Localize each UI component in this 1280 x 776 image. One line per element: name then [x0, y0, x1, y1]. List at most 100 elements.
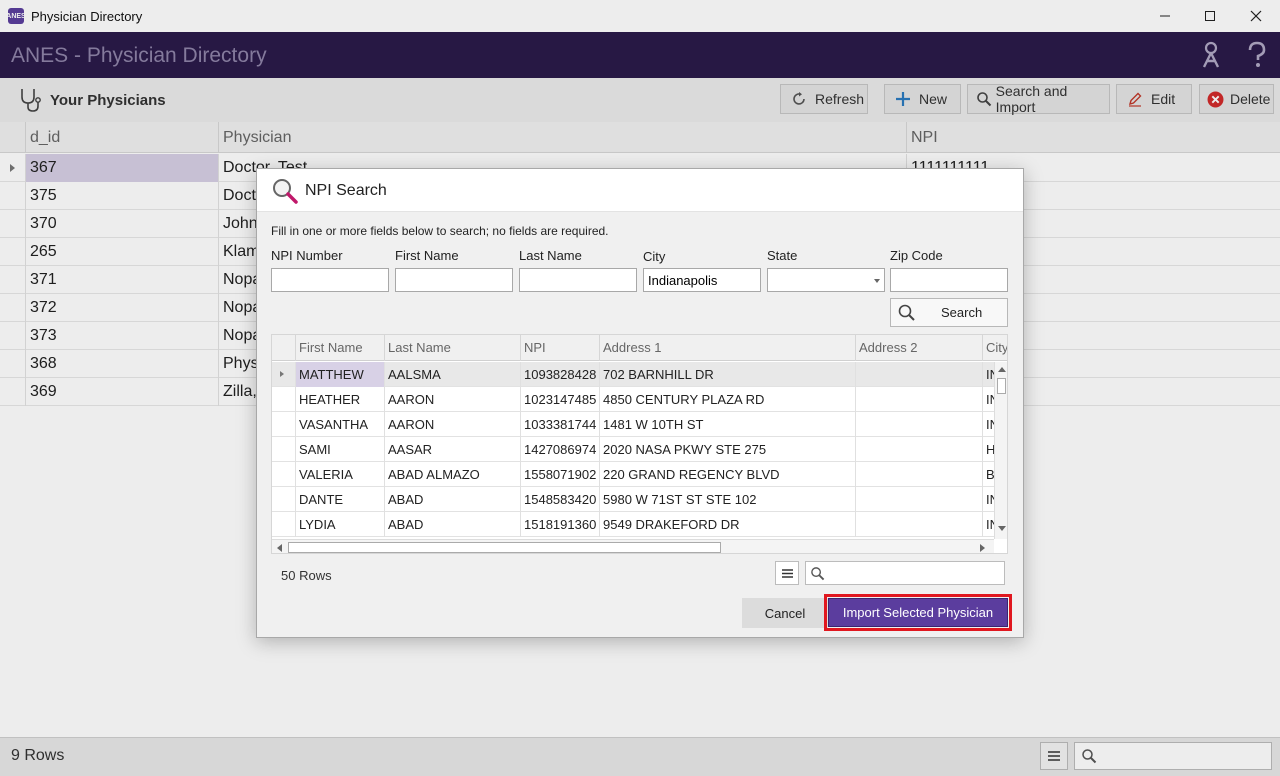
close-icon	[1250, 10, 1262, 22]
keys-icon[interactable]	[1198, 41, 1224, 69]
cell-address-2	[855, 512, 982, 537]
scroll-down-icon[interactable]	[998, 526, 1006, 532]
cell-address-1: 702 BARNHILL DR	[599, 362, 855, 387]
column-menu-button[interactable]	[1040, 742, 1068, 770]
column-header-city[interactable]: City	[982, 335, 1007, 361]
grid-search[interactable]	[1074, 742, 1272, 770]
table-row[interactable]: DANTE ABAD 1548583420 5980 W 71ST ST STE…	[272, 487, 994, 512]
cell-address-2	[855, 412, 982, 437]
grid-header: d_id Physician NPI	[0, 122, 1280, 153]
last-name-label: Last Name	[519, 248, 582, 263]
table-row[interactable]: LYDIA ABAD 1518191360 9549 DRAKEFORD DR …	[272, 512, 994, 537]
maximize-button[interactable]	[1187, 0, 1233, 32]
table-row[interactable]: VASANTHA AARON 1033381744 1481 W 10TH ST…	[272, 412, 994, 437]
search-import-button[interactable]: Search and Import	[967, 83, 1110, 115]
menu-icon	[1048, 751, 1060, 761]
row-indicator-icon	[10, 164, 15, 172]
cell-d-id: 368	[25, 350, 218, 378]
cell-last-name: AASAR	[384, 437, 520, 462]
refresh-button[interactable]: Refresh	[780, 84, 868, 114]
cell-city: IN	[982, 512, 994, 537]
results-row-count: 50 Rows	[281, 568, 332, 583]
search-button[interactable]: Search	[890, 298, 1008, 327]
results-filter-input[interactable]	[829, 565, 999, 581]
cell-address-1: 1481 W 10TH ST	[599, 412, 855, 437]
column-header-physician[interactable]: Physician	[218, 122, 906, 153]
first-name-input[interactable]	[395, 268, 513, 292]
results-header: First Name Last Name NPI Address 1 Addre…	[272, 335, 1007, 361]
results-column-menu-button[interactable]	[775, 561, 799, 585]
help-icon[interactable]	[1244, 41, 1270, 69]
cell-address-1: 5980 W 71ST ST STE 102	[599, 487, 855, 512]
delete-icon	[1207, 91, 1223, 107]
table-row[interactable]: VALERIA ABAD ALMAZO 1558071902 220 GRAND…	[272, 462, 994, 487]
cancel-button[interactable]: Cancel	[742, 598, 828, 628]
last-name-input[interactable]	[519, 268, 637, 292]
cell-last-name: AARON	[384, 387, 520, 412]
cell-last-name: ABAD	[384, 487, 520, 512]
column-header-first-name[interactable]: First Name	[295, 335, 384, 361]
cell-city: H	[982, 437, 994, 462]
import-highlight: Import Selected Physician	[824, 594, 1012, 631]
cell-first-name: SAMI	[295, 437, 384, 462]
import-selected-physician-button[interactable]: Import Selected Physician	[828, 598, 1008, 627]
scrollbar-thumb[interactable]	[288, 542, 721, 553]
column-header-npi[interactable]: NPI	[906, 122, 1280, 153]
table-row[interactable]: SAMI AASAR 1427086974 2020 NASA PKWY STE…	[272, 437, 994, 462]
vertical-scrollbar[interactable]	[994, 362, 1007, 539]
scroll-left-icon[interactable]	[276, 544, 282, 552]
dialog-body: Fill in one or more fields below to sear…	[257, 212, 1023, 637]
scrollbar-thumb[interactable]	[997, 378, 1006, 394]
cell-city: IN	[982, 412, 994, 437]
cell-first-name: MATTHEW	[295, 362, 384, 387]
state-select[interactable]	[767, 268, 885, 292]
delete-button[interactable]: Delete	[1199, 84, 1274, 114]
horizontal-scrollbar[interactable]	[272, 539, 994, 553]
column-header-address-1[interactable]: Address 1	[599, 335, 855, 361]
cell-address-1: 220 GRAND REGENCY BLVD	[599, 462, 855, 487]
edit-button[interactable]: Edit	[1116, 84, 1192, 114]
zip-code-input[interactable]	[890, 268, 1008, 292]
page-title: Your Physicians	[50, 92, 166, 109]
new-button[interactable]: New	[884, 84, 961, 114]
window-title: Physician Directory	[31, 8, 143, 24]
cell-d-id: 373	[25, 322, 218, 350]
cell-d-id: 370	[25, 210, 218, 238]
column-header-npi[interactable]: NPI	[520, 335, 599, 361]
app-title: ANES - Physician Directory	[11, 44, 267, 67]
cell-address-2	[855, 462, 982, 487]
search-icon	[811, 566, 825, 580]
column-header-last-name[interactable]: Last Name	[384, 335, 520, 361]
cell-first-name: DANTE	[295, 487, 384, 512]
dialog-header: NPI Search	[257, 169, 1023, 212]
cell-first-name: VASANTHA	[295, 412, 384, 437]
cell-d-id: 367	[25, 154, 218, 182]
results-grid: First Name Last Name NPI Address 1 Addre…	[271, 334, 1008, 554]
minimize-button[interactable]	[1142, 0, 1188, 32]
city-label: City	[643, 249, 666, 264]
column-header-address-2[interactable]: Address 2	[855, 335, 982, 361]
city-input[interactable]	[643, 268, 761, 292]
cell-address-1: 9549 DRAKEFORD DR	[599, 512, 855, 537]
cell-address-2	[855, 437, 982, 462]
column-header-d-id[interactable]: d_id	[25, 122, 218, 153]
scroll-right-icon[interactable]	[980, 544, 986, 552]
cell-npi: 1093828428	[520, 362, 599, 387]
scroll-up-icon[interactable]	[998, 366, 1006, 372]
search-button-label: Search	[941, 305, 983, 320]
close-button[interactable]	[1233, 0, 1279, 32]
npi-number-input[interactable]	[271, 268, 389, 292]
cell-city: IN	[982, 362, 994, 387]
cell-last-name: ABAD	[384, 512, 520, 537]
table-row[interactable]: HEATHER AARON 1023147485 4850 CENTURY PL…	[272, 387, 994, 412]
cell-npi: 1518191360	[520, 512, 599, 537]
pencil-icon	[1128, 92, 1142, 107]
results-filter[interactable]	[805, 561, 1005, 585]
search-icon	[1082, 749, 1097, 764]
grid-search-input[interactable]	[1101, 747, 1271, 765]
table-row[interactable]: MATTHEW AALSMA 1093828428 702 BARNHILL D…	[272, 362, 994, 387]
statusbar: 9 Rows	[0, 737, 1280, 776]
maximize-icon	[1205, 11, 1215, 21]
state-select-value	[768, 272, 772, 287]
cell-city: IN	[982, 487, 994, 512]
